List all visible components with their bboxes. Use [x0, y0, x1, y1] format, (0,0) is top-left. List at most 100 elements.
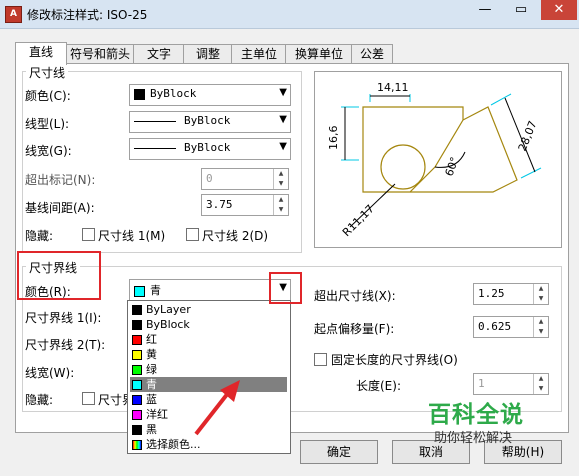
watermark: 百科全说 助你轻松解决 [420, 395, 570, 455]
color-option-bylayer[interactable]: ByLayer [130, 302, 287, 317]
dim-suppress-label: 隐藏: [25, 229, 54, 243]
color-swatch [132, 410, 142, 420]
ext-suppress-label: 隐藏: [25, 393, 54, 407]
chevron-down-icon: ▼ [279, 87, 287, 98]
preview-pane: 14,11 16,6 28,07 60° R11,17 [314, 71, 562, 248]
dim-suppress1-checkbox[interactable] [82, 228, 95, 241]
ext-linetype2-label: 尺寸界线 2(T): [25, 338, 106, 352]
fixed-length-label: 固定长度的尺寸界线(O) [331, 353, 458, 367]
lines-panel: 尺寸线 颜色(C): ByBlock ▼ 线型(L): ByBlock ▼ 线宽… [15, 63, 569, 433]
ext-suppress1-checkbox[interactable] [82, 392, 95, 405]
ext-color-select[interactable]: 青 ▼ [129, 279, 291, 301]
ext-extend-spinner[interactable]: 1.25 ▲ ▼ [473, 283, 549, 305]
dim-color-label: 颜色(C): [25, 89, 71, 103]
color-swatch [132, 395, 142, 405]
app-icon: A [5, 6, 22, 23]
color-option-red[interactable]: 红 [130, 332, 287, 347]
color-swatch [134, 88, 145, 100]
chevron-down-icon: ▼ [279, 141, 287, 152]
palette-icon [132, 440, 142, 450]
length-spinner[interactable]: 1 ▲ ▼ [473, 373, 549, 395]
watermark-subtitle: 助你轻松解决 [434, 431, 513, 446]
dimension-preview-drawing: 14,11 16,6 28,07 60° R11,17 [327, 81, 542, 239]
part-hole [380, 144, 426, 190]
highlight-ext-color-label [17, 251, 101, 300]
ext-extend-label: 超出尺寸线(X): [314, 289, 396, 303]
color-option-byblock[interactable]: ByBlock [130, 317, 287, 332]
dim-suppress2-checkbox[interactable] [186, 228, 199, 241]
option-label: 红 [146, 333, 157, 346]
ext-offset-value: 0.625 [478, 320, 512, 333]
color-swatch [132, 335, 142, 345]
color-swatch [132, 380, 142, 390]
dim-lineweight-value: ByBlock [184, 141, 231, 154]
dim-extend-spinner[interactable]: 0 ▲ ▼ [201, 168, 289, 190]
ext-line-right-top [490, 93, 512, 106]
tab-alternate-units[interactable]: 换算单位 [285, 44, 353, 64]
part-wedge [410, 106, 518, 193]
chevron-down-icon: ▼ [279, 114, 287, 125]
spinner-arrows-icon[interactable]: ▲ ▼ [273, 169, 288, 189]
dim-extend-label: 超出标记(N): [25, 173, 96, 187]
dim-angle-text: 60° [443, 155, 462, 178]
color-option-yellow[interactable]: 黄 [130, 347, 287, 362]
dim-suppress2-label: 尺寸线 2(D) [202, 229, 269, 243]
line-sample-icon [134, 120, 176, 122]
option-label: 洋红 [146, 408, 168, 421]
fixed-length-checkbox[interactable] [314, 353, 327, 366]
ext-color-value: 青 [150, 284, 161, 297]
dim-linetype-value: ByBlock [184, 114, 231, 127]
line-sample-icon [134, 147, 176, 149]
close-button[interactable]: ✕ [541, 0, 577, 20]
dim-linetype-label: 线型(L): [25, 117, 70, 131]
spinner-arrows-icon[interactable]: ▲ ▼ [273, 195, 288, 215]
dim-color-value: ByBlock [150, 87, 197, 100]
option-label: 绿 [146, 363, 157, 376]
tab-symbols-arrows[interactable]: 符号和箭头 [65, 44, 135, 64]
annotation-arrow-icon [194, 380, 240, 436]
tab-text[interactable]: 文字 [133, 44, 185, 64]
dim-spacing-label: 基线间距(A): [25, 201, 95, 215]
tab-fit[interactable]: 调整 [183, 44, 233, 64]
title-bar: A 修改标注样式: ISO-25 — ▭ ✕ [0, 0, 579, 29]
option-label: 黄 [146, 348, 157, 361]
option-label: ByBlock [146, 318, 190, 331]
color-option-green[interactable]: 绿 [130, 362, 287, 377]
spinner-arrows-icon[interactable]: ▲ ▼ [533, 374, 548, 394]
option-label: 黑 [146, 423, 157, 436]
dim-spacing-value: 3.75 [206, 198, 233, 211]
ok-button[interactable]: 确定 [300, 440, 378, 464]
tab-primary-units[interactable]: 主单位 [231, 44, 287, 64]
tab-lines[interactable]: 直线 [15, 42, 67, 65]
dim-color-select[interactable]: ByBlock ▼ [129, 84, 291, 106]
ext-offset-spinner[interactable]: 0.625 ▲ ▼ [473, 316, 549, 338]
part-outline [362, 106, 464, 193]
color-swatch [134, 285, 145, 297]
color-swatch [132, 365, 142, 375]
option-label: 青 [146, 378, 157, 391]
color-swatch [132, 305, 142, 315]
maximize-button[interactable]: ▭ [503, 0, 539, 20]
spinner-arrows-icon[interactable]: ▲ ▼ [533, 317, 548, 337]
dim-spacing-spinner[interactable]: 3.75 ▲ ▼ [201, 194, 289, 216]
dim-lineweight-label: 线宽(G): [25, 144, 72, 158]
dim-line-group-label: 尺寸线 [26, 64, 69, 81]
color-swatch [132, 350, 142, 360]
highlight-dropdown-arrow [269, 272, 302, 304]
dim-left-text: 16,6 [327, 126, 340, 151]
ext-offset-label: 起点偏移量(F): [314, 322, 395, 336]
spinner-arrows-icon[interactable]: ▲ ▼ [533, 284, 548, 304]
dim-radius-text: R11,17 [340, 202, 377, 239]
dim-top-text: 14,11 [377, 81, 409, 94]
ext-line-right-bottom [520, 167, 542, 179]
length-label: 长度(E): [356, 379, 401, 393]
window-title: 修改标注样式: ISO-25 [27, 8, 148, 22]
ext-extend-value: 1.25 [478, 287, 505, 300]
option-label: 蓝 [146, 393, 157, 406]
dim-lineweight-select[interactable]: ByBlock ▼ [129, 138, 291, 160]
minimize-button[interactable]: — [467, 0, 503, 20]
tab-tolerances[interactable]: 公差 [351, 44, 393, 64]
option-label: ByLayer [146, 303, 191, 316]
dim-linetype-select[interactable]: ByBlock ▼ [129, 111, 291, 133]
color-swatch [132, 425, 142, 435]
